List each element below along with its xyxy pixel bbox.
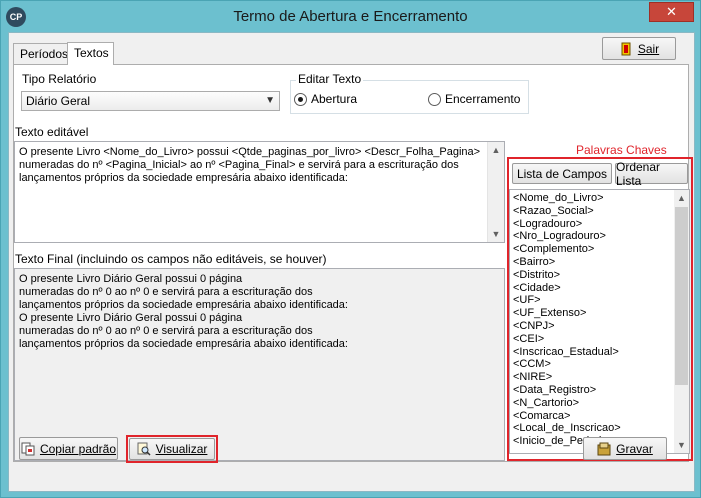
- texto-final-label: Texto Final (incluindo os campos não edi…: [15, 252, 327, 266]
- tab-periodos[interactable]: Períodos: [13, 43, 68, 64]
- texto-final-line: O presente Livro Diário Geral possui 0 p…: [19, 273, 243, 285]
- scroll-thumb[interactable]: [675, 207, 688, 385]
- keyword-list-item[interactable]: <Nro_Logradouro>: [510, 230, 689, 243]
- keyword-list-item[interactable]: <CCM>: [510, 358, 689, 371]
- copiar-padrao-label: Copiar padrão: [39, 441, 117, 456]
- keyword-list-item[interactable]: <CEI>: [510, 333, 689, 346]
- keyword-list-item[interactable]: <UF>: [510, 294, 689, 307]
- scroll-down-icon[interactable]: ▼: [488, 226, 504, 242]
- keyword-list-item[interactable]: <UF_Extenso>: [510, 307, 689, 320]
- save-disk-icon: [597, 442, 611, 456]
- keyword-list-item[interactable]: <Nome_do_Livro>: [510, 192, 689, 205]
- scroll-down-icon[interactable]: ▼: [674, 437, 689, 453]
- tab-label: Textos: [74, 46, 109, 60]
- client-area: Períodos Textos Sair Tipo Relatório Diár…: [8, 32, 695, 492]
- copy-document-icon: [21, 442, 35, 456]
- radio-encerramento[interactable]: Encerramento: [428, 92, 520, 106]
- keyword-list-item[interactable]: <Bairro>: [510, 256, 689, 269]
- radio-abertura[interactable]: Abertura: [294, 92, 357, 106]
- texto-editavel-label: Texto editável: [15, 125, 89, 139]
- radio-abertura-indicator: [294, 92, 307, 106]
- tipo-relatorio-value: Diário Geral: [26, 94, 91, 108]
- exit-button[interactable]: Sair: [602, 37, 676, 60]
- keyword-list-item[interactable]: <NIRE>: [510, 371, 689, 384]
- radio-encerramento-label: Encerramento: [445, 92, 521, 106]
- window-title: Termo de Abertura e Encerramento: [233, 8, 468, 25]
- texto-final-line: lançamentos próprios da sociedade empres…: [19, 299, 348, 311]
- texto-editavel-line: O presente Livro <Nome_do_Livro> possui …: [19, 146, 481, 158]
- exit-door-icon: [619, 42, 633, 56]
- tab-label: Períodos: [20, 47, 69, 61]
- keyword-list-item[interactable]: <Inscricao_Estadual>: [510, 346, 689, 359]
- radio-abertura-label: Abertura: [311, 92, 358, 106]
- texto-editavel-textarea[interactable]: O presente Livro <Nome_do_Livro> possui …: [14, 141, 505, 243]
- keyword-list-item[interactable]: <Complemento>: [510, 243, 689, 256]
- copiar-padrao-button[interactable]: Copiar padrão: [19, 437, 118, 460]
- tipo-relatorio-label: Tipo Relatório: [22, 72, 97, 86]
- keyword-list-item[interactable]: <Razao_Social>: [510, 205, 689, 218]
- visualizar-label: Visualizar: [155, 442, 208, 456]
- keyword-list-item[interactable]: <Data_Registro>: [510, 384, 689, 397]
- keyword-list-item[interactable]: <Logradouro>: [510, 218, 689, 231]
- keyword-list-item[interactable]: <Local_de_Inscricao>: [510, 422, 689, 435]
- ordenar-lista-button[interactable]: Ordenar Lista: [615, 160, 688, 188]
- exit-button-label: Sair: [637, 41, 660, 56]
- texto-final-textarea: O presente Livro Diário Geral possui 0 p…: [14, 268, 505, 461]
- keyword-list-item[interactable]: <Comarca>: [510, 410, 689, 423]
- gravar-label: Gravar: [616, 441, 653, 456]
- lista-campos-button[interactable]: Lista de Campos: [512, 163, 612, 184]
- keyword-list-item[interactable]: <Distrito>: [510, 269, 689, 282]
- texto-final-line: numeradas do nº 0 ao nº 0 e servirá para…: [19, 286, 313, 298]
- chevron-down-icon: ▼: [265, 95, 275, 106]
- palavras-chaves-title: Palavras Chaves: [576, 143, 667, 157]
- texto-final-line: numeradas do nº 0 ao nº 0 e servirá para…: [19, 325, 313, 337]
- editar-texto-label: Editar Texto: [296, 72, 364, 86]
- texto-editavel-line: numeradas do nº <Pagina_Inicial> ao nº <…: [19, 159, 459, 171]
- ordenar-lista-label: Ordenar Lista: [616, 159, 661, 188]
- tipo-relatorio-select[interactable]: Diário Geral ▼: [21, 91, 280, 111]
- keyword-list-item[interactable]: <Cidade>: [510, 282, 689, 295]
- scroll-up-icon[interactable]: ▲: [488, 142, 504, 158]
- palavras-chaves-scrollbar[interactable]: ▲ ▼: [674, 190, 689, 453]
- radio-encerramento-indicator: [428, 92, 441, 106]
- palavras-chaves-list[interactable]: <Nome_do_Livro> <Razao_Social> <Logradouro…: [509, 189, 690, 454]
- texto-editavel-scrollbar[interactable]: ▲ ▼: [487, 142, 504, 242]
- lista-campos-label: Lista de Campos: [516, 166, 608, 181]
- textos-panel: Tipo Relatório Diário Geral ▼ Editar Tex…: [13, 64, 693, 462]
- texto-final-line: O presente Livro Diário Geral possui 0 p…: [19, 312, 243, 324]
- gravar-button[interactable]: Gravar: [583, 437, 667, 460]
- texto-editavel-line: lançamentos próprios da sociedade empres…: [19, 172, 348, 184]
- visualizar-button[interactable]: Visualizar: [129, 438, 215, 460]
- close-button[interactable]: ✕: [649, 2, 694, 22]
- keyword-list-item[interactable]: <N_Cartorio>: [510, 397, 689, 410]
- keyword-list-item[interactable]: <CNPJ>: [510, 320, 689, 333]
- preview-magnifier-icon: [137, 442, 151, 456]
- main-window: CP Termo de Abertura e Encerramento ✕ Pe…: [0, 0, 701, 498]
- texto-final-line: lançamentos próprios da sociedade empres…: [19, 338, 348, 350]
- scroll-up-icon[interactable]: ▲: [674, 190, 689, 206]
- title-bar[interactable]: CP Termo de Abertura e Encerramento ✕: [1, 1, 700, 32]
- tab-textos[interactable]: Textos: [67, 42, 114, 65]
